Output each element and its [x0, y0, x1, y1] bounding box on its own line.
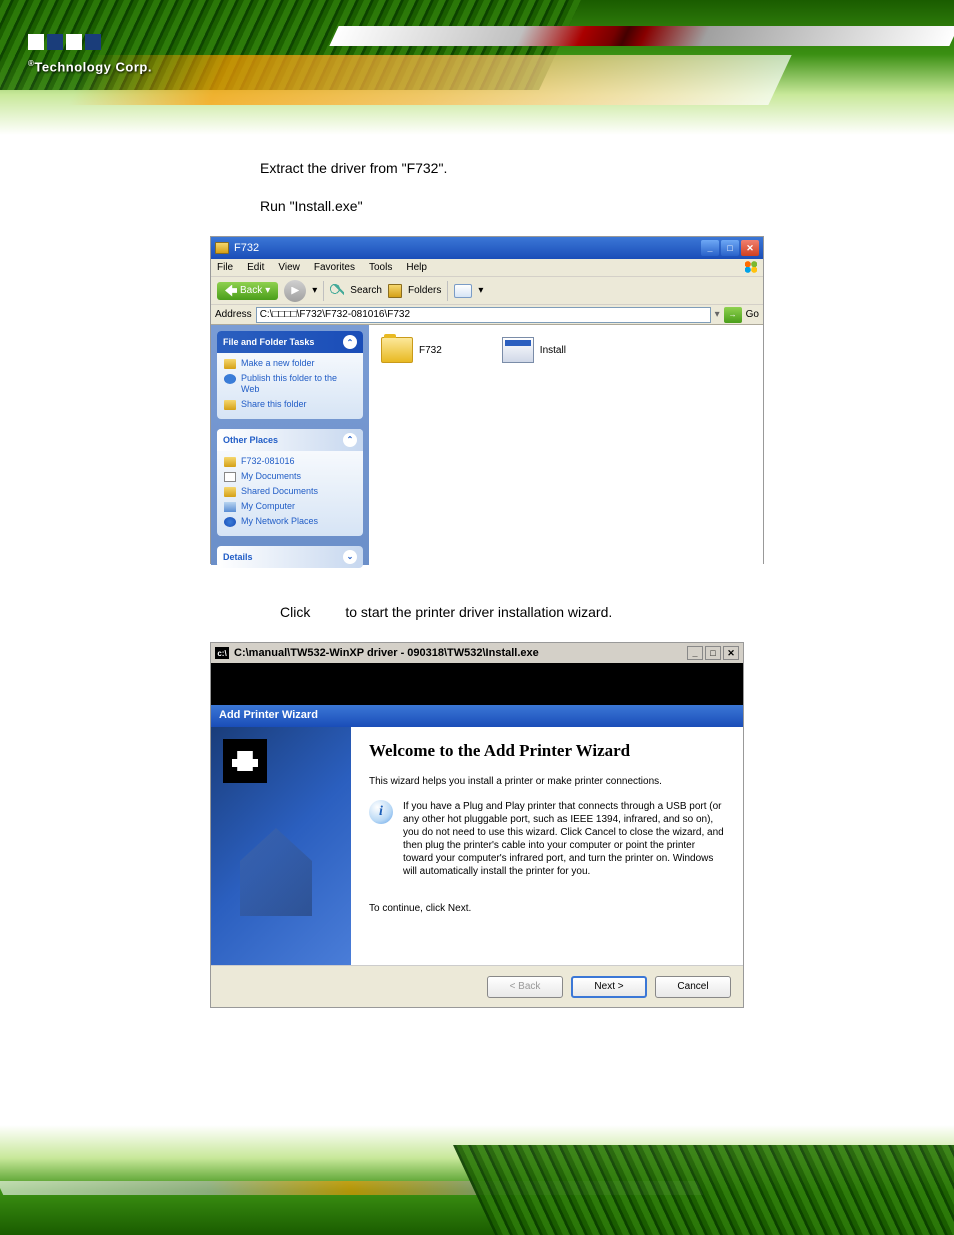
wizard-continue-text: To continue, click Next.	[369, 902, 725, 915]
views-icon[interactable]	[454, 284, 472, 298]
documents-icon	[224, 472, 236, 482]
cmd-body	[211, 663, 743, 705]
page-footer-band	[0, 1125, 954, 1235]
window-title: F732	[234, 242, 259, 254]
folders-icon	[388, 284, 402, 298]
go-label: Go	[746, 309, 759, 320]
go-button[interactable]: →	[724, 307, 742, 323]
wizard-button-bar: < Back Next > Cancel	[211, 965, 743, 1007]
menu-edit[interactable]: Edit	[247, 262, 264, 273]
task-publish[interactable]: Publish this folder to the Web	[224, 373, 356, 395]
folder-icon	[215, 242, 229, 254]
maximize-button[interactable]: □	[721, 240, 739, 256]
close-button[interactable]: ✕	[723, 646, 739, 660]
menu-help[interactable]: Help	[406, 262, 427, 273]
file-folder-tasks-header[interactable]: File and Folder Tasks⌃	[217, 331, 363, 353]
folder-icon	[381, 337, 413, 363]
add-printer-wizard: Add Printer Wizard Welcome to the Add Pr…	[211, 705, 743, 1007]
wizard-heading: Welcome to the Add Printer Wizard	[369, 741, 725, 761]
printer-icon	[223, 739, 267, 783]
address-bar: Address ▾ → Go	[211, 305, 763, 325]
search-button[interactable]: Search	[350, 285, 382, 296]
wizard-titlebar[interactable]: Add Printer Wizard	[211, 705, 743, 727]
next-button[interactable]: Next >	[571, 976, 647, 998]
menu-file[interactable]: File	[217, 262, 233, 273]
new-folder-icon	[224, 359, 236, 369]
expand-icon[interactable]: ⌄	[343, 550, 357, 564]
step-click-next: Click to start the printer driver instal…	[210, 604, 850, 620]
step-run: Run "Install.exe"	[210, 198, 850, 214]
header-stripe	[329, 26, 954, 46]
screenshot-explorer: F732 _ □ ✕ File Edit View Favorites Tool…	[210, 236, 764, 564]
cmd-title: C:\manual\TW532-WinXP driver - 090318\TW…	[234, 647, 539, 659]
wizard-info-text: If you have a Plug and Play printer that…	[403, 800, 725, 878]
folders-button[interactable]: Folders	[408, 285, 441, 296]
forward-button[interactable]	[284, 280, 306, 302]
collapse-icon[interactable]: ⌃	[343, 335, 357, 349]
search-icon	[330, 284, 344, 298]
task-share[interactable]: Share this folder	[224, 399, 356, 410]
page-header-band: ®Technology Corp.	[0, 0, 954, 135]
share-icon	[224, 400, 236, 410]
file-folder-f732[interactable]: F732	[381, 337, 442, 363]
collapse-icon[interactable]: ⌃	[343, 433, 357, 447]
explorer-side-panel: File and Folder Tasks⌃ Make a new folder…	[211, 325, 369, 565]
back-button[interactable]: Back ▾	[217, 282, 278, 300]
windows-logo-icon	[743, 260, 759, 274]
menu-favorites[interactable]: Favorites	[314, 262, 355, 273]
minimize-button[interactable]: _	[687, 646, 703, 660]
globe-icon	[224, 374, 236, 384]
file-list-area[interactable]: F732 Install	[369, 325, 763, 565]
menu-bar: File Edit View Favorites Tools Help	[211, 259, 763, 277]
address-input[interactable]	[256, 307, 711, 323]
wizard-sidebar-art	[211, 727, 351, 965]
brand-logo: ®Technology Corp.	[28, 34, 152, 74]
toolbar: Back ▾ ▾ Search Folders ▾	[211, 277, 763, 305]
menu-view[interactable]: View	[278, 262, 300, 273]
wizard-intro: This wizard helps you install a printer …	[369, 775, 725, 788]
maximize-button[interactable]: □	[705, 646, 721, 660]
other-places-header[interactable]: Other Places⌃	[217, 429, 363, 451]
cmd-titlebar[interactable]: c:\ C:\manual\TW532-WinXP driver - 09031…	[211, 643, 743, 663]
place-mydocs[interactable]: My Documents	[224, 471, 356, 482]
place-mycomputer[interactable]: My Computer	[224, 501, 356, 512]
header-orange-glow	[68, 55, 791, 105]
address-label: Address	[215, 309, 252, 320]
task-new-folder[interactable]: Make a new folder	[224, 358, 356, 369]
shared-folder-icon	[224, 487, 236, 497]
page-content: Extract the driver from "F732". Run "Ins…	[210, 160, 850, 1048]
back-button: < Back	[487, 976, 563, 998]
cancel-button[interactable]: Cancel	[655, 976, 731, 998]
place-f732[interactable]: F732-081016	[224, 456, 356, 467]
screenshot-wizard: c:\ C:\manual\TW532-WinXP driver - 09031…	[210, 642, 744, 1008]
exe-icon	[502, 337, 534, 363]
file-install-exe[interactable]: Install	[502, 337, 566, 363]
step-extract: Extract the driver from "F732".	[210, 160, 850, 176]
explorer-titlebar[interactable]: F732 _ □ ✕	[211, 237, 763, 259]
details-header[interactable]: Details⌄	[217, 546, 363, 568]
close-button[interactable]: ✕	[741, 240, 759, 256]
footer-circuit-art	[453, 1145, 954, 1235]
place-shared[interactable]: Shared Documents	[224, 486, 356, 497]
network-icon	[224, 517, 236, 527]
folder-icon	[224, 457, 236, 467]
menu-tools[interactable]: Tools	[369, 262, 392, 273]
minimize-button[interactable]: _	[701, 240, 719, 256]
info-icon: i	[369, 800, 393, 824]
place-network[interactable]: My Network Places	[224, 516, 356, 527]
cmd-icon: c:\	[215, 647, 229, 659]
computer-icon	[224, 502, 236, 512]
